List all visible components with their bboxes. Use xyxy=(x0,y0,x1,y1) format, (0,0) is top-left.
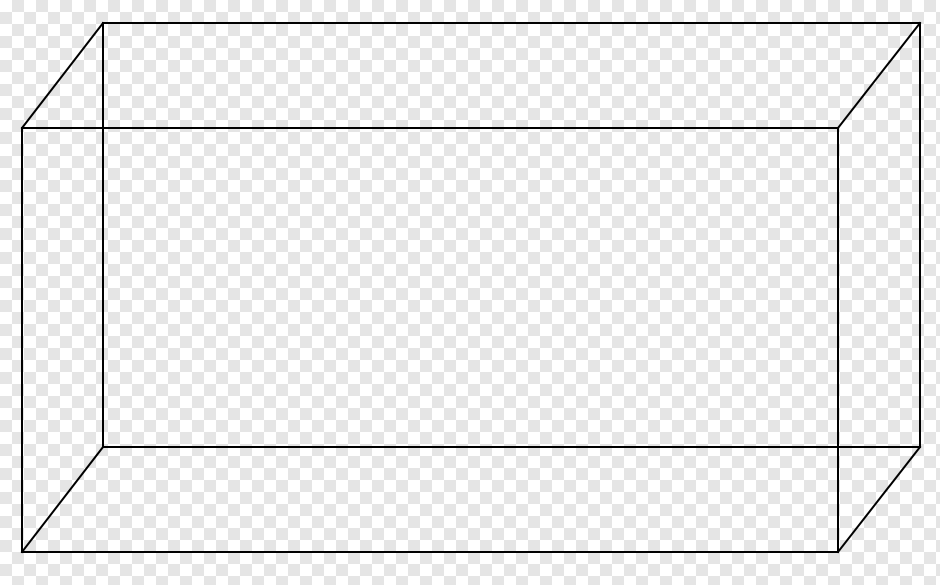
edge-top-right xyxy=(838,23,920,128)
front-face xyxy=(22,128,838,552)
edge-top-left xyxy=(22,23,103,128)
cuboid-edges xyxy=(22,23,920,552)
cuboid-wireframe-diagram xyxy=(0,0,940,585)
edge-bottom-right xyxy=(838,447,920,552)
edge-bottom-left xyxy=(22,447,103,552)
back-face xyxy=(103,23,920,447)
